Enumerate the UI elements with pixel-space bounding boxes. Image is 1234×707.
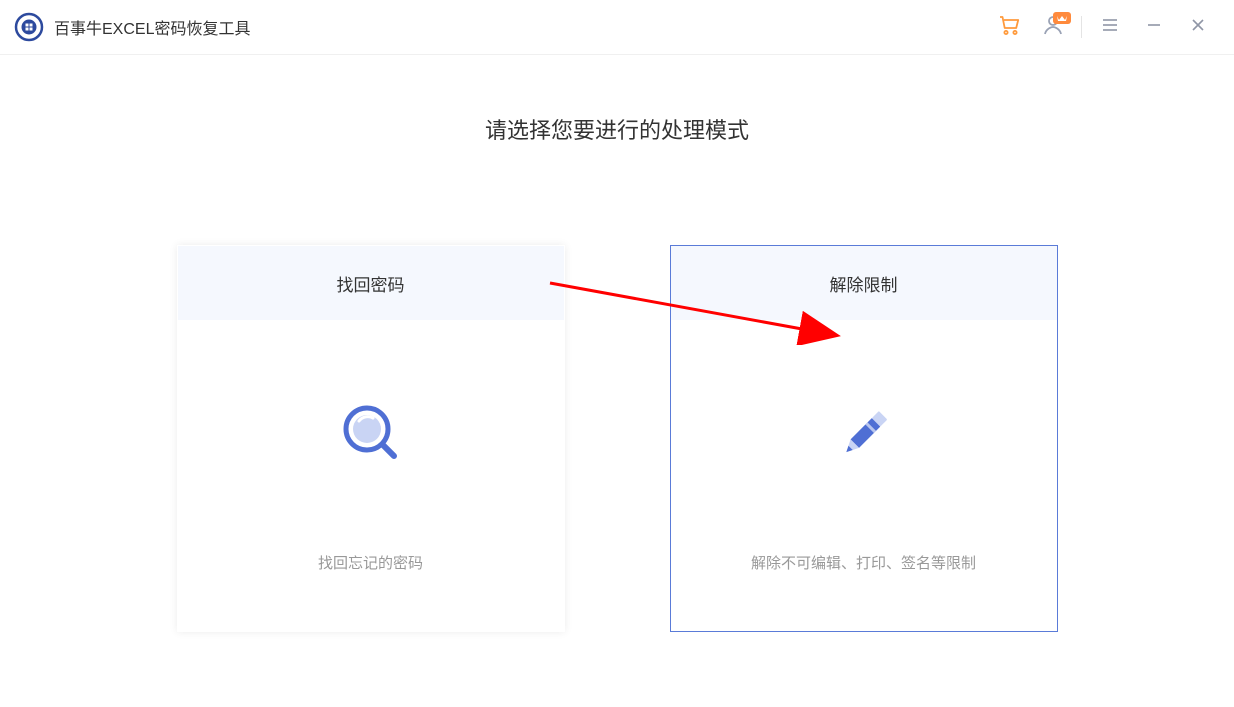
card-recover-password[interactable]: 找回密码 找回忘记的密码	[177, 245, 565, 632]
card-description: 找回忘记的密码	[318, 552, 423, 573]
close-button[interactable]	[1176, 7, 1220, 47]
minimize-icon	[1146, 17, 1162, 38]
titlebar-right	[987, 7, 1220, 47]
hamburger-icon	[1101, 16, 1119, 39]
menu-button[interactable]	[1088, 7, 1132, 47]
magnifier-icon	[336, 398, 406, 468]
separator	[1081, 16, 1082, 38]
card-body: 解除不可编辑、打印、签名等限制	[671, 320, 1057, 633]
cart-button[interactable]	[987, 7, 1031, 47]
card-body: 找回忘记的密码	[178, 320, 564, 633]
cart-icon	[996, 12, 1022, 43]
card-remove-restriction[interactable]: 解除限制 解除不可编辑、打印、签名等限制	[670, 245, 1058, 632]
card-title: 解除限制	[671, 246, 1057, 320]
main-content: 请选择您要进行的处理模式 找回密码 找回忘记的密码 解除限制	[0, 55, 1234, 632]
card-description: 解除不可编辑、打印、签名等限制	[751, 552, 976, 573]
app-logo-icon	[14, 12, 44, 42]
close-icon	[1190, 17, 1206, 38]
card-title: 找回密码	[178, 246, 564, 320]
vip-badge-icon	[1053, 12, 1071, 24]
titlebar-left: 百事牛EXCEL密码恢复工具	[14, 12, 250, 42]
titlebar: 百事牛EXCEL密码恢复工具	[0, 0, 1234, 55]
minimize-button[interactable]	[1132, 7, 1176, 47]
pencil-icon	[829, 398, 899, 468]
user-button[interactable]	[1031, 7, 1075, 47]
app-title: 百事牛EXCEL密码恢复工具	[54, 15, 250, 39]
page-heading: 请选择您要进行的处理模式	[0, 113, 1234, 145]
mode-cards: 找回密码 找回忘记的密码 解除限制	[0, 245, 1234, 632]
